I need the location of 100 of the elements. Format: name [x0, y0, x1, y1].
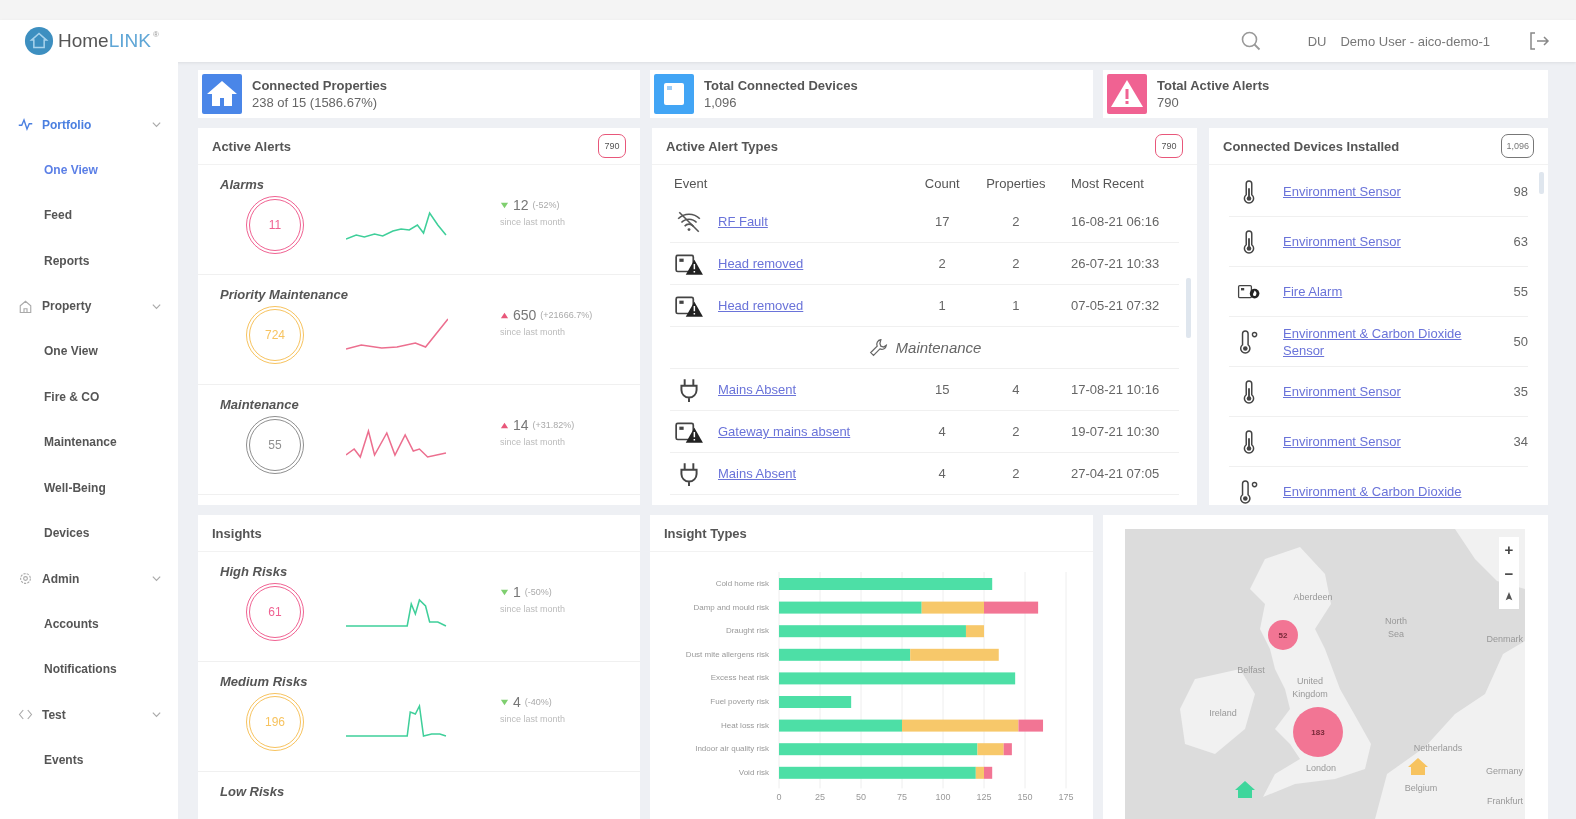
event-link[interactable]: Mains Absent [718, 466, 797, 481]
map-cluster[interactable]: 183 [1293, 707, 1343, 757]
sidebar-item[interactable]: Devices [0, 510, 178, 556]
axis-label: Indoor air quality risk [695, 744, 769, 754]
sidebar-item[interactable]: Notifications [0, 646, 178, 692]
sidebar-group[interactable]: Test [0, 692, 178, 737]
table-cell-text: 1 [1011, 298, 1021, 313]
event-link[interactable]: Gateway mains absent [718, 424, 851, 439]
code-icon [18, 707, 33, 722]
search-icon [1239, 30, 1262, 52]
event-link[interactable]: Mains Absent [718, 382, 797, 397]
metric-title: Alarms [220, 177, 266, 192]
change-percent: (-52%) [532, 200, 560, 210]
axis-label: Heat loss risk [721, 720, 769, 730]
panel-title: Insight Types [664, 525, 747, 541]
table-cell-text: 2 [1011, 466, 1021, 481]
house-icon [18, 298, 33, 314]
event-link[interactable]: RF Fault [718, 214, 768, 229]
axis-label: Excess heat risk [710, 673, 769, 683]
axis-label: Damp and mould risk [693, 602, 769, 612]
sidebar-item[interactable]: Fire & CO [0, 374, 178, 420]
tick-label: 50 [856, 792, 866, 802]
column-header: Event [673, 175, 709, 191]
device-link[interactable]: Environment Sensor [1283, 383, 1484, 400]
device-link[interactable]: Environment Sensor [1283, 183, 1484, 200]
panel-title: Insights [212, 525, 262, 541]
sidebar-item[interactable]: Accounts [0, 601, 178, 647]
sidebar-item[interactable]: One View [0, 147, 178, 193]
sidebar-group[interactable]: Portfolio [0, 102, 178, 147]
panel-title: Active Alert Types [666, 138, 778, 154]
map-label: Belfast [1237, 665, 1265, 675]
sidebar-item[interactable]: Events [0, 737, 178, 783]
map-cluster[interactable]: 52 [1268, 620, 1298, 650]
table-cell-text: 2 [1011, 256, 1021, 271]
event-link[interactable]: Head removed [718, 298, 804, 313]
change-note: since last month [500, 217, 566, 227]
sidebar-item[interactable]: Maintenance [0, 419, 178, 465]
change-value: 12 [513, 197, 529, 213]
chevron-icon [151, 573, 162, 584]
stat-title: Total Active Alerts [1157, 78, 1270, 93]
table-cell-text: 4 [937, 424, 947, 439]
change-value: 4 [513, 694, 521, 710]
device-count: 35 [1512, 384, 1528, 399]
sidebar-group[interactable]: Admin [0, 556, 178, 601]
section-label: Maintenance [895, 339, 982, 356]
user-name[interactable]: Demo User - aico-demo-1 [1340, 33, 1490, 49]
count-badge: 790 [598, 134, 626, 158]
scrollbar-thumb[interactable] [1186, 278, 1191, 338]
metric-title: Maintenance [220, 397, 300, 412]
house-marker-icon[interactable] [1408, 758, 1428, 775]
device-count: 34 [1512, 434, 1528, 449]
metric-title: Low Risks [220, 784, 286, 799]
panel-title: Connected Devices Installed [1223, 138, 1400, 154]
wrench-icon [867, 336, 890, 359]
house-marker-icon[interactable] [1235, 781, 1255, 798]
axis-label: Fuel poverty risk [710, 697, 769, 706]
map-label: Germany [1486, 766, 1523, 776]
sidebar-item[interactable]: One View [0, 328, 178, 374]
table-cell-text: 1 [937, 298, 947, 313]
map-label: North [1385, 616, 1407, 626]
device-count: 63 [1512, 234, 1528, 249]
table-cell-text: 17 [933, 214, 951, 229]
device-link[interactable]: Environment & Carbon Dioxide [1283, 483, 1528, 500]
event-link[interactable]: Head removed [718, 256, 804, 271]
tick-label: 100 [935, 792, 951, 802]
table-cell-text: 16-08-21 06:16 [1069, 214, 1161, 229]
map-label: Aberdeen [1293, 592, 1333, 602]
metric-title: Priority Maintenance [220, 287, 349, 302]
user-initials: DU [1307, 33, 1327, 49]
tick-label: 75 [897, 792, 907, 802]
sidebar-item[interactable]: Well-Being [0, 465, 178, 511]
table-cell-text: 2 [937, 256, 947, 271]
scrollbar-thumb[interactable] [1539, 172, 1544, 194]
device-count: 55 [1512, 284, 1528, 299]
table-cell-text: 07-05-21 07:32 [1069, 298, 1161, 313]
metric-title: Medium Risks [220, 674, 309, 689]
logout-icon [1528, 30, 1550, 52]
sidebar-group[interactable]: Property [0, 283, 178, 329]
compass-icon [1504, 591, 1514, 603]
sidebar-item[interactable]: Feed [0, 192, 178, 238]
change-percent: (+21666.7%) [540, 310, 593, 320]
map-label: United [1297, 676, 1323, 686]
axis-label: Cold home risk [715, 579, 769, 588]
count-badge: 1,096 [1501, 134, 1534, 158]
map-label: London [1306, 763, 1336, 773]
stat-value: 790 [1157, 95, 1180, 110]
device-link[interactable]: Fire Alarm [1283, 283, 1484, 300]
tick-label: 0 [776, 792, 782, 802]
device-count: 50 [1512, 334, 1528, 349]
map-label: Frankfurt [1487, 796, 1523, 806]
map-label: Ireland [1209, 708, 1237, 718]
device-link[interactable]: Environment Sensor [1283, 233, 1484, 250]
change-note: since last month [500, 437, 567, 447]
sidebar-item[interactable]: Reports [0, 238, 178, 284]
change-percent: (-40%) [524, 697, 552, 707]
chevron-icon [151, 709, 162, 720]
logo-icon [24, 26, 54, 56]
device-link[interactable]: Environment Sensor [1283, 433, 1484, 450]
device-link[interactable]: Environment & Carbon Dioxide Sensor [1283, 324, 1484, 359]
map-label: Netherlands [1413, 743, 1463, 753]
